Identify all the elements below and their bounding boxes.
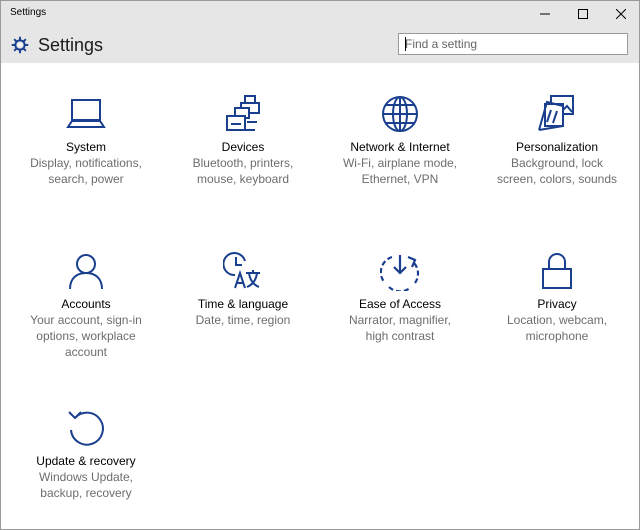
globe-icon [380, 94, 420, 134]
settings-window: Settings Settings Find a setting System … [0, 0, 640, 530]
tile-description: Windows Update, backup, recovery [38, 470, 134, 500]
title-bar[interactable]: Settings [1, 1, 639, 26]
tile-label: Accounts [61, 297, 111, 311]
maximize-icon [578, 8, 588, 19]
tile-description: Bluetooth, printers, mouse, keyboard [192, 156, 294, 186]
personalization-icon [537, 94, 577, 134]
tile-description: Display, notifications, search, power [30, 156, 142, 186]
minimize-icon [540, 13, 550, 14]
person-icon [66, 251, 106, 291]
settings-header: Settings [1, 26, 639, 63]
tile-label: Devices [221, 140, 265, 154]
tile-label: Privacy [537, 297, 577, 311]
tile-devices[interactable]: Devices Bluetooth, printers, mouse, keyb… [165, 94, 321, 234]
tile-description: Your account, sign-in options, workplace… [30, 313, 142, 359]
tile-description: Background, lock screen, colors, sounds [496, 156, 618, 186]
tile-label: Ease of Access [358, 297, 442, 311]
page-title: Settings [38, 35, 104, 55]
window-title: Settings [10, 7, 47, 18]
tile-privacy[interactable]: Privacy Location, webcam, microphone [479, 251, 635, 391]
laptop-icon [66, 94, 106, 134]
tile-description: Wi-Fi, airplane mode, Ethernet, VPN [342, 156, 458, 186]
search-input[interactable] [398, 33, 628, 55]
lock-icon [537, 251, 577, 291]
tile-ease-of-access[interactable]: Ease of Access Narrator, magnifier, high… [322, 251, 478, 391]
tile-description: Location, webcam, microphone [506, 313, 608, 343]
tile-description: Narrator, magnifier, high contrast [348, 313, 452, 343]
tile-label: System [65, 140, 106, 154]
tile-network[interactable]: Network & Internet Wi-Fi, airplane mode,… [322, 94, 478, 234]
refresh-icon [66, 408, 106, 448]
clock-language-icon [223, 251, 263, 291]
gear-icon [11, 36, 29, 54]
tile-update-recovery[interactable]: Update & recovery Windows Update, backup… [8, 408, 164, 530]
tile-accounts[interactable]: Accounts Your account, sign-in options, … [8, 251, 164, 391]
tile-label: Update & recovery [36, 454, 136, 468]
tile-personalization[interactable]: Personalization Background, lock screen,… [479, 94, 635, 234]
ease-of-access-icon [380, 251, 420, 291]
tile-system[interactable]: System Display, notifications, search, p… [8, 94, 164, 234]
devices-icon [223, 94, 263, 134]
tile-label: Network & Internet [350, 140, 450, 154]
close-icon [616, 8, 626, 19]
text-caret [405, 37, 406, 51]
close-button[interactable] [598, 1, 640, 26]
tile-label: Personalization [515, 140, 599, 154]
tile-description: Date, time, region [195, 313, 291, 327]
tile-label: Time & language [197, 297, 289, 311]
tile-time-language[interactable]: Time & language Date, time, region [165, 251, 321, 391]
